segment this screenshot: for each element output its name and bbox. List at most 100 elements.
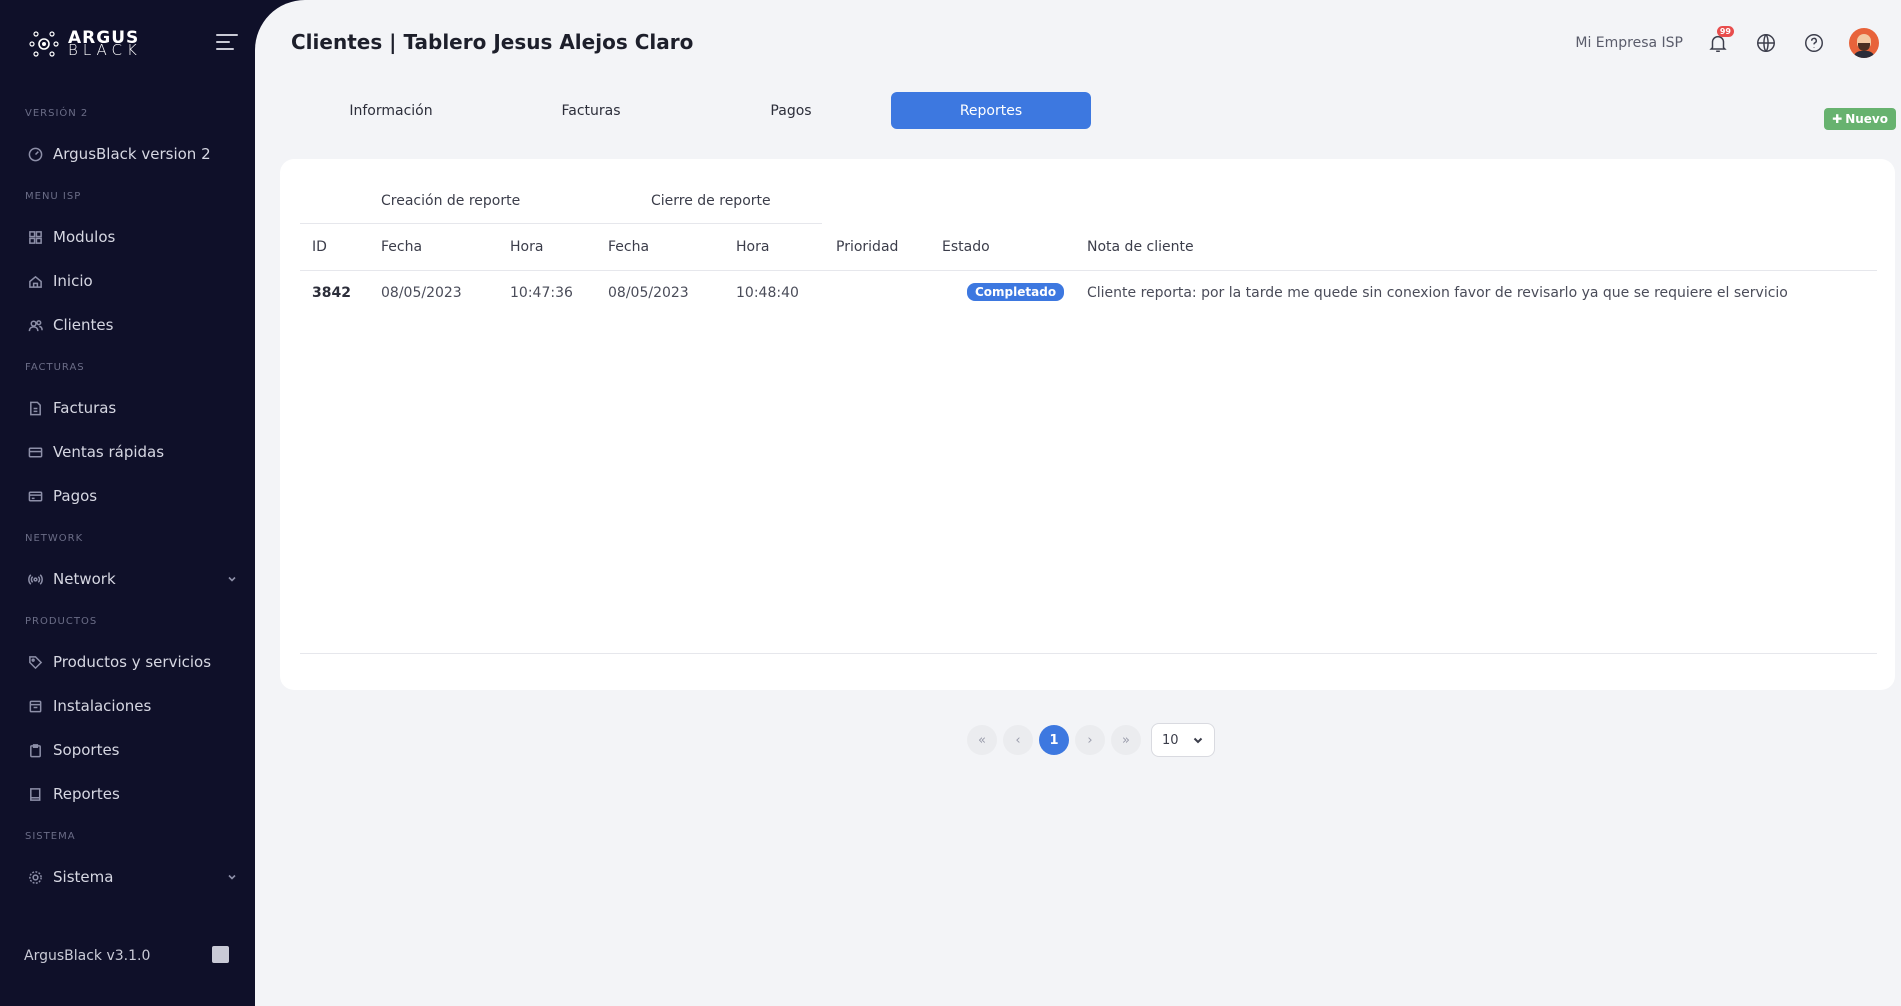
reports-table-card: Creación de reporte Cierre de reporte ID… [280, 159, 1895, 690]
plus-icon: ✚ [1832, 112, 1843, 126]
sidebar-item-inicio[interactable]: Inicio [28, 272, 238, 290]
sidebar-item-sistema[interactable]: Sistema [28, 868, 238, 886]
sidebar-item-label: Clientes [53, 316, 114, 334]
column-header-priority: Prioridad [836, 239, 899, 255]
help-button[interactable] [1801, 30, 1827, 56]
sidebar-item-pagos[interactable]: Pagos [28, 487, 238, 505]
client-tabs: Información Facturas Pagos Reportes [291, 92, 1091, 129]
cell-closed-date: 08/05/2023 [608, 285, 689, 301]
cell-created-time: 10:47:36 [510, 285, 573, 301]
logo-text-bottom: BLACK [68, 41, 142, 59]
sidebar-item-clientes[interactable]: Clientes [28, 316, 238, 334]
sidebar-item-facturas[interactable]: Facturas [28, 399, 238, 417]
company-name[interactable]: Mi Empresa ISP [1575, 35, 1683, 51]
group-header-creation: Creación de reporte [381, 193, 521, 209]
sidebar-item-label: Pagos [53, 487, 98, 505]
sidebar-item-productos[interactable]: Productos y servicios [28, 653, 238, 671]
header-actions: Mi Empresa ISP 99 [1575, 26, 1879, 58]
header-divider [300, 270, 1877, 271]
sidebar-item-argus-v2[interactable]: ArgusBlack version 2 [28, 145, 238, 163]
sidebar-item-label: ArgusBlack version 2 [53, 145, 211, 163]
chevron-down-icon [228, 576, 236, 582]
status-badge: Completado [967, 283, 1065, 301]
cell-id: 3842 [312, 285, 351, 301]
argus-logo-icon [29, 31, 59, 57]
page-title: Clientes | Tablero Jesus Alejos Claro [291, 30, 694, 54]
cell-closed-time: 10:48:40 [736, 285, 799, 301]
app-version: ArgusBlack v3.1.0 [24, 948, 151, 964]
table-footer-divider [300, 653, 1877, 654]
column-header-id: ID [312, 239, 327, 255]
help-circle-icon [1805, 34, 1823, 52]
group-header-close: Cierre de reporte [651, 193, 771, 209]
sidebar-item-modulos[interactable]: Modulos [28, 228, 238, 246]
pagination-last-button[interactable]: » [1111, 725, 1141, 755]
section-title-productos: PRODUCTOS [25, 616, 98, 627]
gauge-icon [28, 147, 43, 161]
clipboard-icon [30, 743, 41, 757]
credit-card-icon [28, 447, 43, 457]
new-button-label: Nuevo [1845, 112, 1888, 126]
sidebar-item-label: Modulos [53, 228, 116, 246]
user-avatar[interactable] [1849, 28, 1879, 58]
section-title-sistema: SISTEMA [25, 831, 76, 842]
home-icon [29, 275, 42, 288]
users-icon [28, 319, 43, 331]
file-icon [30, 401, 41, 415]
sidebar-item-ventas-rapidas[interactable]: Ventas rápidas [28, 443, 238, 461]
pagination-first-button[interactable]: « [967, 725, 997, 755]
sidebar-item-label: Inicio [53, 272, 93, 290]
sidebar-item-label: Ventas rápidas [53, 443, 165, 461]
pagination-next-button[interactable]: › [1075, 725, 1105, 755]
notifications-button[interactable]: 99 [1705, 26, 1734, 56]
tab-facturas[interactable]: Facturas [491, 92, 691, 129]
sidebar: ARGUS BLACK VERSIÓN 2 ArgusBlack version… [0, 0, 255, 1006]
page-size-select[interactable]: 10 [1151, 723, 1215, 757]
sidebar-item-label: Network [53, 570, 116, 588]
chevron-down-icon [1193, 737, 1203, 744]
sidebar-item-label: Productos y servicios [53, 653, 212, 671]
group-divider [300, 223, 822, 224]
sidebar-item-soportes[interactable]: Soportes [28, 741, 238, 759]
wallet-icon [28, 491, 43, 501]
pagination-prev-button[interactable]: ‹ [1003, 725, 1033, 755]
gear-icon [29, 870, 42, 884]
column-header-created-time: Hora [510, 239, 544, 255]
sidebar-item-label: Instalaciones [53, 697, 152, 715]
section-title-facturas: FACTURAS [25, 362, 85, 373]
section-title-network: NETWORK [25, 533, 84, 544]
section-title-menu-isp: MENU ISP [25, 191, 82, 202]
broadcast-icon [28, 573, 43, 585]
page-size-value: 10 [1162, 732, 1179, 748]
sidebar-item-instalaciones[interactable]: Instalaciones [28, 697, 238, 715]
column-header-closed-time: Hora [736, 239, 770, 255]
column-header-status: Estado [942, 239, 990, 255]
sidebar-item-label: Reportes [53, 785, 120, 803]
pagination: « ‹ 1 › » 10 [967, 723, 1215, 757]
sidebar-item-reportes[interactable]: Reportes [28, 785, 238, 803]
language-button[interactable] [1753, 30, 1779, 56]
chevron-down-icon [228, 874, 236, 880]
pagination-page-button[interactable]: 1 [1039, 725, 1069, 755]
tab-reportes[interactable]: Reportes [891, 92, 1091, 129]
notification-badge: 99 [1716, 26, 1734, 37]
terminal-icon[interactable] [212, 946, 229, 963]
sidebar-item-network[interactable]: Network [28, 570, 238, 588]
column-header-closed-date: Fecha [608, 239, 650, 255]
tab-pagos[interactable]: Pagos [691, 92, 891, 129]
main-content: Clientes | Tablero Jesus Alejos Claro Mi… [255, 0, 1901, 1006]
globe-icon [1757, 34, 1775, 52]
new-report-button[interactable]: ✚ Nuevo [1824, 108, 1896, 130]
menu-toggle-icon[interactable] [216, 34, 238, 52]
section-title-version: VERSIÓN 2 [25, 108, 89, 119]
logo[interactable]: ARGUS BLACK [28, 30, 142, 58]
tag-icon [29, 655, 43, 669]
sidebar-item-label: Soportes [53, 741, 120, 759]
cell-created-date: 08/05/2023 [381, 285, 462, 301]
tab-informacion[interactable]: Información [291, 92, 491, 129]
book-icon [30, 787, 41, 801]
cell-note: Cliente reporta: por la tarde me quede s… [1087, 285, 1788, 301]
column-header-note: Nota de cliente [1087, 239, 1194, 255]
grid-icon [29, 230, 42, 244]
sidebar-item-label: Sistema [53, 868, 114, 886]
